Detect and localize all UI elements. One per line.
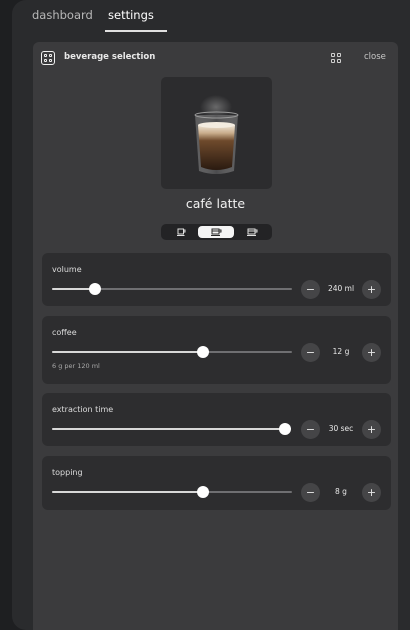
setting-slider-track[interactable]: [52, 346, 292, 358]
cup-medium-icon: [210, 228, 221, 236]
setting-card-topping: topping − 8 g +: [42, 456, 391, 510]
setting-hint: 6 g per 120 ml: [52, 362, 100, 370]
increase-button[interactable]: +: [362, 280, 381, 299]
setting-card-volume: volume − 240 ml +: [42, 253, 391, 306]
setting-card-extraction-time: extraction time − 30 sec +: [42, 393, 391, 446]
size-medium-button[interactable]: [198, 226, 234, 238]
size-small-button[interactable]: [163, 226, 199, 238]
setting-label: extraction time: [52, 405, 114, 414]
setting-label: topping: [52, 468, 83, 477]
slider-thumb[interactable]: [89, 283, 101, 295]
slider-thumb[interactable]: [279, 423, 291, 435]
decrease-button[interactable]: −: [301, 483, 320, 502]
increase-button[interactable]: +: [362, 343, 381, 362]
panel-header: beverage selection close: [33, 42, 398, 74]
setting-slider-track[interactable]: [52, 423, 291, 435]
decrease-button[interactable]: −: [301, 280, 320, 299]
grid-icon[interactable]: [330, 52, 342, 64]
close-button[interactable]: close: [364, 52, 386, 62]
slider-fill: [52, 428, 285, 430]
setting-value: 8 g: [335, 487, 347, 496]
setting-value: 30 sec: [328, 424, 354, 433]
cup-large-icon: [246, 228, 257, 236]
tab-settings[interactable]: settings: [108, 8, 154, 30]
beverage-name: café latte: [185, 196, 246, 211]
decrease-button[interactable]: −: [301, 343, 320, 362]
panel-title: beverage selection: [64, 52, 156, 62]
slider-thumb[interactable]: [197, 486, 209, 498]
slider-thumb[interactable]: [197, 346, 209, 358]
increase-button[interactable]: +: [362, 483, 381, 502]
grid-app-icon: [41, 51, 55, 65]
beverage-image: [161, 77, 272, 189]
tab-dashboard[interactable]: dashboard: [32, 8, 93, 30]
slider-fill: [52, 491, 203, 493]
setting-value: 12 g: [332, 347, 350, 356]
active-tab-indicator: [105, 30, 167, 32]
setting-slider-track[interactable]: [52, 486, 292, 498]
setting-card-coffee: coffee − 12 g + 6 g per 120 ml: [42, 316, 391, 384]
increase-button[interactable]: +: [362, 420, 381, 439]
size-selector: [161, 224, 272, 240]
setting-value: 240 ml: [327, 284, 355, 293]
slider-fill: [52, 351, 203, 353]
decrease-button[interactable]: −: [301, 420, 320, 439]
size-large-button[interactable]: [234, 226, 270, 238]
setting-label: coffee: [52, 328, 77, 337]
setting-label: volume: [52, 265, 82, 274]
cup-small-icon: [176, 228, 185, 236]
latte-glass-image: [194, 95, 239, 174]
setting-slider-track[interactable]: [52, 283, 292, 295]
beverage-selection-panel: beverage selection close café latte volu…: [33, 42, 398, 630]
